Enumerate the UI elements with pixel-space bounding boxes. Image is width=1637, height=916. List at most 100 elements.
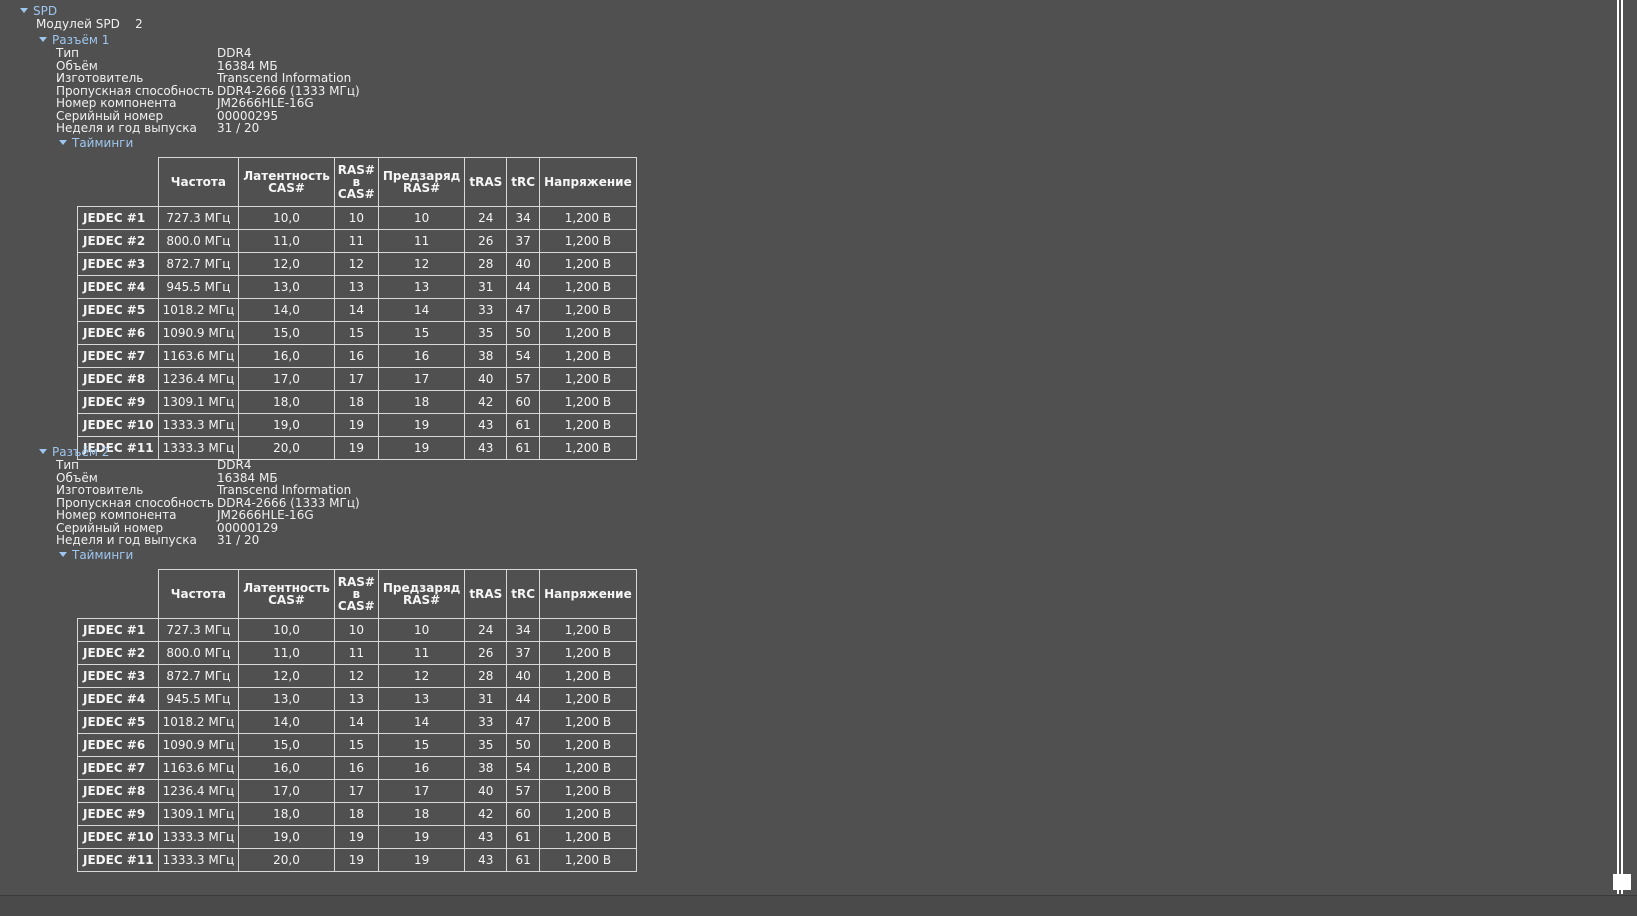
table-cell: 15 xyxy=(377,733,466,757)
row-header-cell: JEDEC #9 xyxy=(77,390,159,414)
tree-node-slot-1[interactable]: Разъём 1 xyxy=(39,33,109,47)
table-row: JEDEC #11 1333.3 МГц 20,0 19 19 43 61 1,200 В xyxy=(77,436,637,460)
table-cell: 16 xyxy=(333,344,379,368)
tree-node-spd[interactable]: SPD xyxy=(20,4,57,18)
table-cell: 37 xyxy=(506,641,541,665)
expand-triangle-icon[interactable] xyxy=(59,140,67,145)
expand-triangle-icon[interactable] xyxy=(39,37,47,42)
table-cell: 10,0 xyxy=(238,206,335,230)
table-cell: 17,0 xyxy=(238,779,335,803)
table-cell: 43 xyxy=(464,436,508,460)
table-cell: 61 xyxy=(506,825,541,849)
table-cell: 12 xyxy=(377,664,466,688)
table-cell: 1090.9 МГц xyxy=(157,733,240,757)
property-value: 31 / 20 xyxy=(217,121,260,135)
table-cell: 1333.3 МГц xyxy=(157,413,240,437)
row-header-cell: JEDEC #8 xyxy=(77,779,159,803)
table-cell: 12 xyxy=(377,252,466,276)
table-cell: 19,0 xyxy=(238,825,335,849)
table-cell: 33 xyxy=(464,298,508,322)
table-cell: 12 xyxy=(333,252,379,276)
table-row: JEDEC #2 800.0 МГц 11,0 11 11 26 37 1,200 В xyxy=(77,641,637,665)
table-cell: 13,0 xyxy=(238,275,335,299)
table-row: JEDEC #2 800.0 МГц 11,0 11 11 26 37 1,200 В xyxy=(77,229,637,253)
table-cell: 16,0 xyxy=(238,756,335,780)
tree-node-timings[interactable]: Тайминги xyxy=(59,136,133,150)
table-cell: 12 xyxy=(333,664,379,688)
row-header-cell: JEDEC #7 xyxy=(77,756,159,780)
expand-triangle-icon[interactable] xyxy=(39,449,47,454)
table-cell: 15,0 xyxy=(238,733,335,757)
table-cell: 1,200 В xyxy=(539,779,637,803)
table-cell: 24 xyxy=(464,206,508,230)
table-row: JEDEC #5 1018.2 МГц 14,0 14 14 33 47 1,200 В xyxy=(77,710,637,734)
table-cell: 11,0 xyxy=(238,229,335,253)
table-cell: 26 xyxy=(464,641,508,665)
table-cell: 10 xyxy=(333,206,379,230)
table-cell: 50 xyxy=(506,321,541,345)
table-cell: 16,0 xyxy=(238,344,335,368)
table-cell: 17 xyxy=(333,367,379,391)
table-cell: 13,0 xyxy=(238,687,335,711)
table-cell: 10,0 xyxy=(238,618,335,642)
table-cell: 1018.2 МГц xyxy=(157,298,240,322)
table-cell: 44 xyxy=(506,275,541,299)
row-header-cell: JEDEC #1 xyxy=(77,206,159,230)
table-cell: 43 xyxy=(464,848,508,872)
table-cell: 17 xyxy=(377,779,466,803)
table-cell: 13 xyxy=(333,687,379,711)
tree-node-slot-2[interactable]: Разъём 2 xyxy=(39,445,109,459)
table-cell: 16 xyxy=(333,756,379,780)
table-cell: 38 xyxy=(464,756,508,780)
table-cell: 17 xyxy=(333,779,379,803)
table-cell: 1309.1 МГц xyxy=(157,390,240,414)
table-cell: 14 xyxy=(333,298,379,322)
table-cell: 1,200 В xyxy=(539,390,637,414)
table-cell: 31 xyxy=(464,275,508,299)
table-row: JEDEC #5 1018.2 МГц 14,0 14 14 33 47 1,200 В xyxy=(77,298,637,322)
table-cell: 34 xyxy=(506,206,541,230)
row-header-cell: JEDEC #6 xyxy=(77,321,159,345)
table-cell: 57 xyxy=(506,779,541,803)
table-cell: 40 xyxy=(506,664,541,688)
table-cell: 1,200 В xyxy=(539,206,637,230)
table-row: JEDEC #6 1090.9 МГц 15,0 15 15 35 50 1,200 В xyxy=(77,733,637,757)
table-cell: 10 xyxy=(377,206,466,230)
table-cell: 1309.1 МГц xyxy=(157,802,240,826)
table-cell: 54 xyxy=(506,756,541,780)
column-header: tRC xyxy=(506,569,541,619)
table-cell: 20,0 xyxy=(238,848,335,872)
row-header-cell: JEDEC #5 xyxy=(77,298,159,322)
table-row: JEDEC #8 1236.4 МГц 17,0 17 17 40 57 1,200 В xyxy=(77,779,637,803)
table-cell: 31 xyxy=(464,687,508,711)
tree-node-timings[interactable]: Тайминги xyxy=(59,548,133,562)
table-cell: 11 xyxy=(333,229,379,253)
table-row: JEDEC #9 1309.1 МГц 18,0 18 18 42 60 1,200 В xyxy=(77,802,637,826)
scrollbar-thumb[interactable] xyxy=(1613,874,1631,890)
vertical-scrollbar[interactable] xyxy=(1609,0,1637,894)
table-cell: 43 xyxy=(464,825,508,849)
table-cell: 1333.3 МГц xyxy=(157,825,240,849)
table-cell: 1,200 В xyxy=(539,344,637,368)
table-row: JEDEC #7 1163.6 МГц 16,0 16 16 38 54 1,200 В xyxy=(77,756,637,780)
table-cell: 47 xyxy=(506,710,541,734)
expand-triangle-icon[interactable] xyxy=(20,8,28,13)
table-cell: 727.3 МГц xyxy=(157,206,240,230)
table-cell: 1,200 В xyxy=(539,436,637,460)
table-cell: 1,200 В xyxy=(539,825,637,849)
table-cell: 19 xyxy=(377,436,466,460)
timings-table: Частота Латентность CAS# RAS# в CAS# Предза… xyxy=(77,157,637,460)
table-cell: 14,0 xyxy=(238,710,335,734)
column-header: tRAS xyxy=(464,569,508,619)
table-cell: 18 xyxy=(377,802,466,826)
table-cell: 872.7 МГц xyxy=(157,252,240,276)
table-cell: 60 xyxy=(506,390,541,414)
table-cell: 18 xyxy=(333,390,379,414)
table-cell: 15 xyxy=(333,321,379,345)
table-cell: 19 xyxy=(333,436,379,460)
modules-count-row: Модулей SPD 2 xyxy=(36,17,143,31)
expand-triangle-icon[interactable] xyxy=(59,552,67,557)
table-cell: 60 xyxy=(506,802,541,826)
table-cell: 47 xyxy=(506,298,541,322)
table-cell: 16 xyxy=(377,756,466,780)
